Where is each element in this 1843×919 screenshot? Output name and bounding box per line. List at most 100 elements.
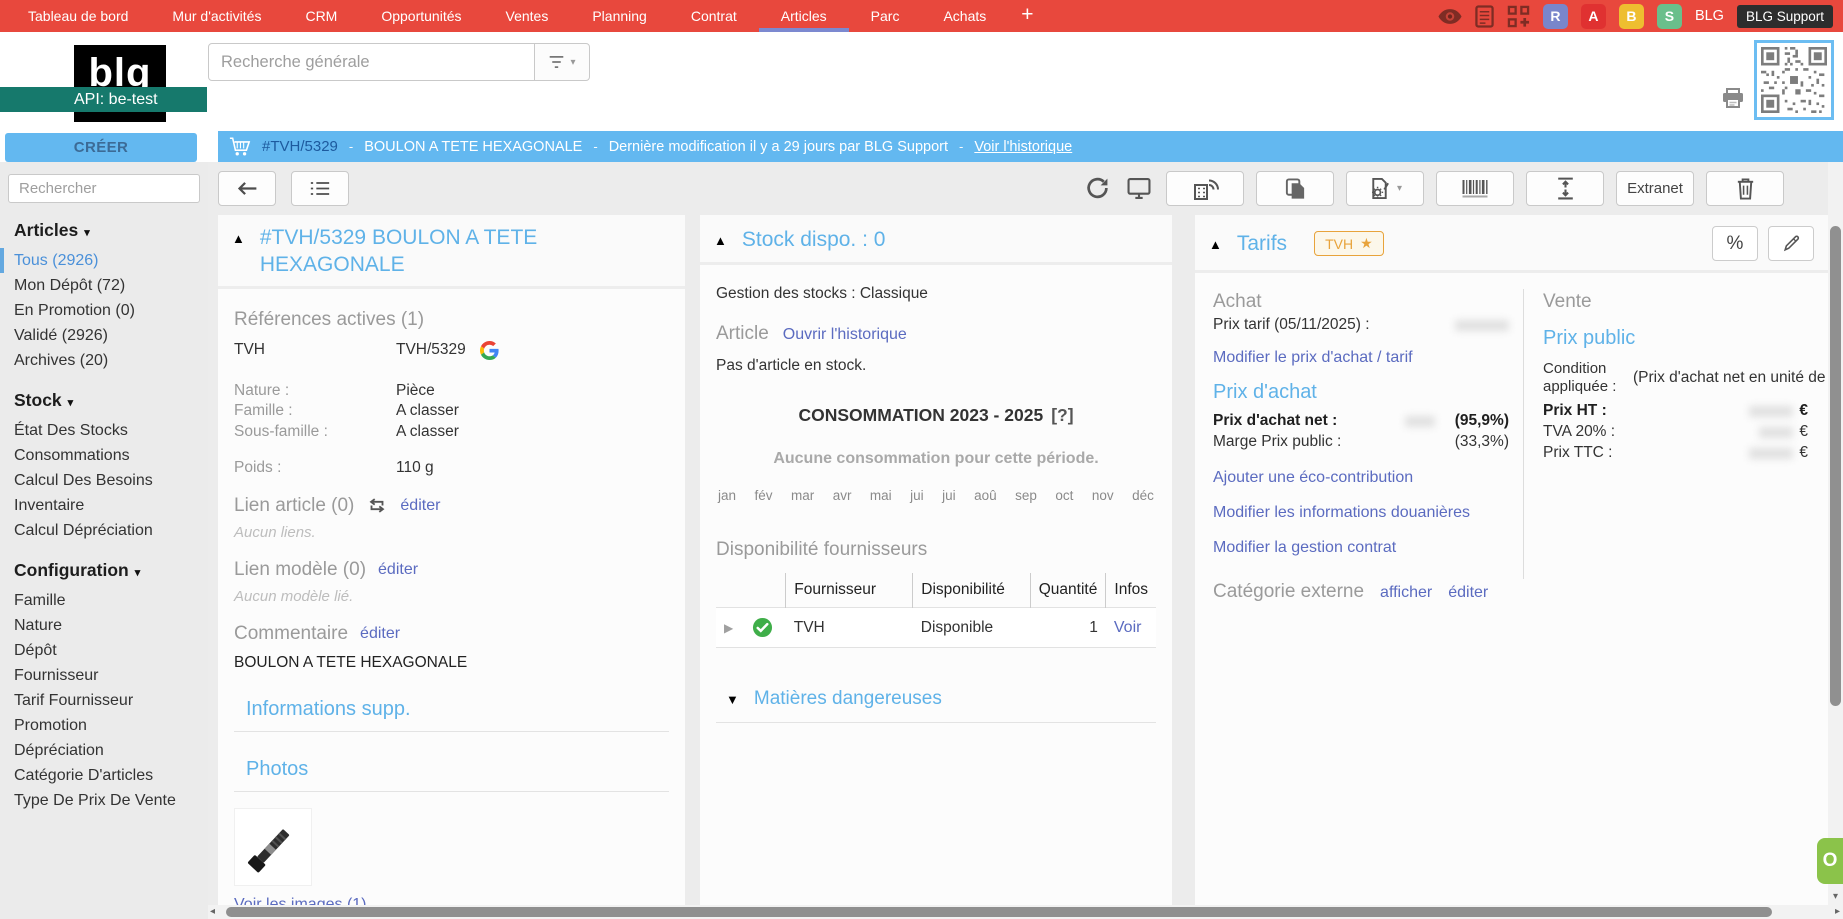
sidebar-item-archives[interactable]: Archives (20) (8, 348, 200, 373)
refs-label: Références actives (1) (234, 309, 669, 331)
link-loop-icon[interactable] (366, 498, 388, 513)
horizontal-scrollbar-thumb[interactable] (226, 907, 1772, 917)
nav-item-parc[interactable]: Parc (849, 0, 922, 32)
trash-icon (1735, 177, 1756, 200)
sidebar-item-calcul-des-besoins[interactable]: Calcul Des Besoins (8, 468, 200, 493)
scroll-left-arrow-icon[interactable]: ◂ (210, 905, 215, 919)
nav-item-tableau-de-bord[interactable]: Tableau de bord (6, 0, 150, 32)
percent-button[interactable]: % (1712, 226, 1758, 261)
search-filter-button[interactable]: ▾ (534, 43, 590, 81)
sidebar-item-nature[interactable]: Nature (8, 613, 200, 638)
barcode-button[interactable] (1436, 171, 1514, 206)
supplier-info-link[interactable]: Voir (1114, 619, 1142, 636)
dangerous-materials-heading[interactable]: Matières dangereuses (754, 688, 942, 710)
nav-add-tab-button[interactable]: + (1008, 0, 1046, 32)
sidebar-item-type-prix-vente[interactable]: Type De Prix De Vente (8, 788, 200, 813)
stock-panel: ▲ Stock dispo. : 0 Gestion des stocks : … (700, 215, 1172, 905)
sidebar-section-articles[interactable]: Articles▾ (14, 220, 200, 241)
user-badge-s[interactable]: S (1657, 4, 1682, 29)
sidebar-search-input[interactable] (8, 174, 200, 203)
see-images-link[interactable]: Voir les images (1) (234, 896, 367, 905)
nav-item-ventes[interactable]: Ventes (484, 0, 571, 32)
edit-tarifs-button[interactable] (1768, 226, 1814, 261)
sidebar-item-depreciation[interactable]: Dépréciation (8, 738, 200, 763)
public-price-heading: Prix public (1543, 327, 1808, 350)
tarif-supplier-badge[interactable]: TVH ★ (1314, 231, 1384, 256)
expand-row-icon[interactable]: ▶ (724, 621, 733, 635)
sidebar-item-etat-des-stocks[interactable]: État Des Stocks (8, 418, 200, 443)
modify-price-link[interactable]: Modifier le prix d'achat / tarif (1213, 349, 1413, 366)
extranet-button[interactable]: Extranet (1616, 171, 1694, 206)
sidebar-item-inventaire[interactable]: Inventaire (8, 493, 200, 518)
create-button[interactable]: CRÉER (5, 133, 197, 162)
sidebar-item-mon-depot[interactable]: Mon Dépôt (72) (8, 273, 200, 298)
field-value: A classer (396, 423, 459, 441)
user-badge-a[interactable]: A (1581, 4, 1606, 29)
collapse-icon[interactable]: ▲ (714, 233, 727, 248)
sidebar-item-categorie-articles[interactable]: Catégorie D'articles (8, 763, 200, 788)
sidebar-item-consommations[interactable]: Consommations (8, 443, 200, 468)
scroll-down-arrow-icon[interactable]: ▾ (1828, 891, 1843, 902)
sidebar-item-tarif-fournisseur[interactable]: Tarif Fournisseur (8, 688, 200, 713)
sidebar-item-promotion[interactable]: Promotion (8, 713, 200, 738)
sidebar-item-calcul-depreciation[interactable]: Calcul Dépréciation (8, 518, 200, 543)
nav-item-contrat[interactable]: Contrat (669, 0, 759, 32)
scroll-right-arrow-icon[interactable]: ▸ (1835, 905, 1840, 919)
customs-info-link[interactable]: Modifier les informations douanières (1213, 504, 1470, 521)
history-link[interactable]: Voir l'historique (974, 139, 1072, 155)
sidebar-section-configuration[interactable]: Configuration▾ (14, 560, 200, 581)
nav-item-opportunites[interactable]: Opportunités (359, 0, 483, 32)
show-category-link[interactable]: afficher (1380, 584, 1432, 602)
document-settings-button[interactable]: ▾ (1346, 171, 1424, 206)
horizontal-scrollbar[interactable]: ◂ ▸ (208, 905, 1843, 919)
margin-percent: (33,3%) (1455, 433, 1509, 451)
eco-contribution-link[interactable]: Ajouter une éco-contribution (1213, 469, 1413, 486)
nav-item-achats[interactable]: Achats (921, 0, 1008, 32)
nav-item-crm[interactable]: CRM (283, 0, 359, 32)
nav-item-planning[interactable]: Planning (570, 0, 669, 32)
edit-link-model[interactable]: éditer (378, 561, 418, 579)
vertical-scrollbar[interactable]: ▾ (1828, 162, 1843, 905)
nav-item-articles[interactable]: Articles (759, 0, 849, 32)
collapse-down-icon[interactable]: ▼ (726, 692, 739, 707)
apps-grid-icon[interactable] (1507, 5, 1530, 28)
report-icon[interactable] (1475, 5, 1494, 28)
supplier-connect-button[interactable] (1166, 171, 1244, 206)
consumption-help-link[interactable]: [?] (1051, 405, 1073, 425)
google-icon[interactable] (480, 341, 499, 360)
refresh-icon[interactable] (1083, 176, 1112, 201)
article-photo[interactable] (234, 808, 312, 886)
sidebar-item-valide[interactable]: Validé (2926) (8, 323, 200, 348)
sidebar-section-stock[interactable]: Stock▾ (14, 390, 200, 411)
collapse-icon[interactable]: ▲ (232, 231, 245, 246)
printer-icon[interactable] (1721, 87, 1745, 109)
sidebar-item-tous[interactable]: Tous (2926) (0, 248, 200, 273)
contract-management-link[interactable]: Modifier la gestion contrat (1213, 539, 1396, 556)
sidebar-item-fournisseur[interactable]: Fournisseur (8, 663, 200, 688)
collapse-icon[interactable]: ▲ (1209, 237, 1222, 252)
sidebar-item-famille[interactable]: Famille (8, 588, 200, 613)
separator: - (959, 139, 963, 154)
edit-link-article[interactable]: éditer (400, 497, 440, 515)
sidebar-item-depot[interactable]: Dépôt (8, 638, 200, 663)
back-button[interactable] (218, 171, 276, 206)
nav-item-mur-activites[interactable]: Mur d'activités (150, 0, 283, 32)
list-view-button[interactable] (291, 171, 349, 206)
global-search-input[interactable] (208, 43, 535, 81)
user-badge-b[interactable]: B (1619, 4, 1644, 29)
merge-button[interactable] (1526, 171, 1604, 206)
current-user-badge[interactable]: BLG Support (1737, 5, 1833, 28)
edit-category-link[interactable]: éditer (1448, 584, 1488, 602)
back-arrow-icon (235, 181, 259, 196)
delete-button[interactable] (1706, 171, 1784, 206)
currency-symbol: € (1799, 444, 1808, 462)
chat-badge[interactable]: O (1817, 838, 1843, 884)
sidebar-item-en-promotion[interactable]: En Promotion (0) (8, 298, 200, 323)
duplicate-button[interactable] (1256, 171, 1334, 206)
edit-comment-link[interactable]: éditer (360, 625, 400, 643)
open-history-link[interactable]: Ouvrir l'historique (783, 326, 907, 344)
eye-icon[interactable] (1438, 9, 1462, 24)
vertical-scrollbar-thumb[interactable] (1830, 226, 1841, 706)
monitor-icon[interactable] (1124, 177, 1154, 200)
user-badge-r[interactable]: R (1543, 4, 1568, 29)
